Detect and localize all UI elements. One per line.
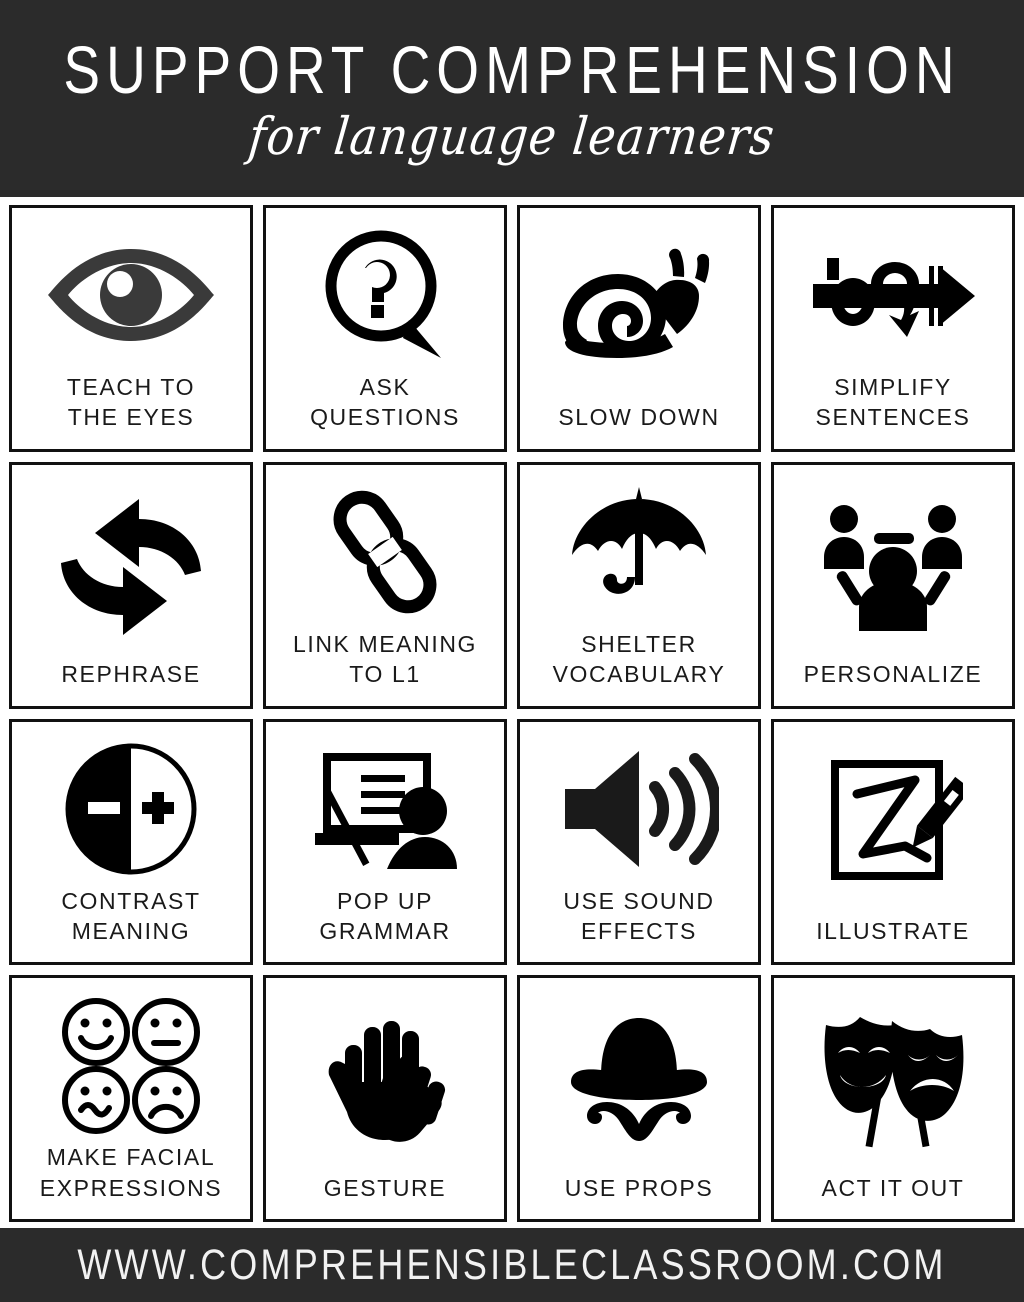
- card-shelter-vocabulary[interactable]: SHELTER VOCABULARY: [517, 462, 761, 709]
- card-label: CONTRAST MEANING: [18, 886, 244, 957]
- card-contrast-meaning[interactable]: CONTRAST MEANING: [9, 719, 253, 966]
- chain-link-icon: [272, 475, 498, 629]
- eye-icon: [18, 218, 244, 372]
- straight-arrow-over-squiggle-icon: [780, 218, 1006, 372]
- card-rephrase[interactable]: REPHRASE: [9, 462, 253, 709]
- card-illustrate[interactable]: ILLUSTRATE: [771, 719, 1015, 966]
- card-label: PERSONALIZE: [780, 659, 1006, 699]
- poster: SUPPORT COMPREHENSION for language learn…: [0, 0, 1024, 1302]
- card-use-sound-effects[interactable]: USE SOUND EFFECTS: [517, 719, 761, 966]
- page-title: SUPPORT COMPREHENSION: [63, 37, 960, 104]
- split-circle-plus-minus-icon: [18, 732, 244, 886]
- card-make-facial-expressions[interactable]: MAKE FACIAL EXPRESSIONS: [9, 975, 253, 1222]
- snail-icon: [526, 218, 752, 402]
- card-link-meaning-to-l1[interactable]: LINK MEANING TO L1: [263, 462, 507, 709]
- card-gesture[interactable]: GESTURE: [263, 975, 507, 1222]
- card-label: SLOW DOWN: [526, 402, 752, 442]
- card-use-props[interactable]: USE PROPS: [517, 975, 761, 1222]
- card-simplify-sentences[interactable]: SIMPLIFY SENTENCES: [771, 205, 1015, 452]
- card-label: ASK QUESTIONS: [272, 372, 498, 443]
- two-hands-icon: [272, 988, 498, 1172]
- speaker-sound-icon: [526, 732, 752, 886]
- card-label: SIMPLIFY SENTENCES: [780, 372, 1006, 443]
- website-url: WWW.COMPREHENSIBLECLASSROOM.COM: [77, 1244, 946, 1286]
- card-theater-masks[interactable]: ACT IT OUT: [771, 975, 1015, 1222]
- card-label: ACT IT OUT: [780, 1173, 1006, 1213]
- question-bubble-icon: [272, 218, 498, 372]
- card-label: REPHRASE: [18, 659, 244, 699]
- pencil-drawing-icon: [780, 732, 1006, 916]
- card-slow-down[interactable]: SLOW DOWN: [517, 205, 761, 452]
- card-label: LINK MEANING TO L1: [272, 629, 498, 700]
- card-label: USE PROPS: [526, 1173, 752, 1213]
- poster-header: SUPPORT COMPREHENSION for language learn…: [0, 0, 1024, 197]
- card-label: SHELTER VOCABULARY: [526, 629, 752, 700]
- card-ask-questions[interactable]: ASK QUESTIONS: [263, 205, 507, 452]
- card-pop-up-grammar[interactable]: POP UP GRAMMAR: [263, 719, 507, 966]
- card-label: USE SOUND EFFECTS: [526, 886, 752, 957]
- four-faces-icon: [18, 988, 244, 1142]
- strategy-grid: TEACH TO THE EYES ASK QUESTIONS: [0, 197, 1024, 1228]
- umbrella-icon: [526, 475, 752, 629]
- two-curved-arrows-icon: [18, 475, 244, 659]
- card-personalize[interactable]: PERSONALIZE: [771, 462, 1015, 709]
- card-label: ILLUSTRATE: [780, 916, 1006, 956]
- card-label: POP UP GRAMMAR: [272, 886, 498, 957]
- card-teach-to-the-eyes[interactable]: TEACH TO THE EYES: [9, 205, 253, 452]
- people-group-icon: [780, 475, 1006, 659]
- card-label: TEACH TO THE EYES: [18, 372, 244, 443]
- presenter-board-icon: [272, 732, 498, 886]
- card-label: MAKE FACIAL EXPRESSIONS: [18, 1142, 244, 1213]
- page-subtitle: for language learners: [246, 109, 777, 163]
- bowler-hat-mustache-icon: [526, 988, 752, 1172]
- theater-masks-icon: [780, 988, 1006, 1172]
- card-label: GESTURE: [272, 1173, 498, 1213]
- poster-footer: WWW.COMPREHENSIBLECLASSROOM.COM: [0, 1228, 1024, 1302]
